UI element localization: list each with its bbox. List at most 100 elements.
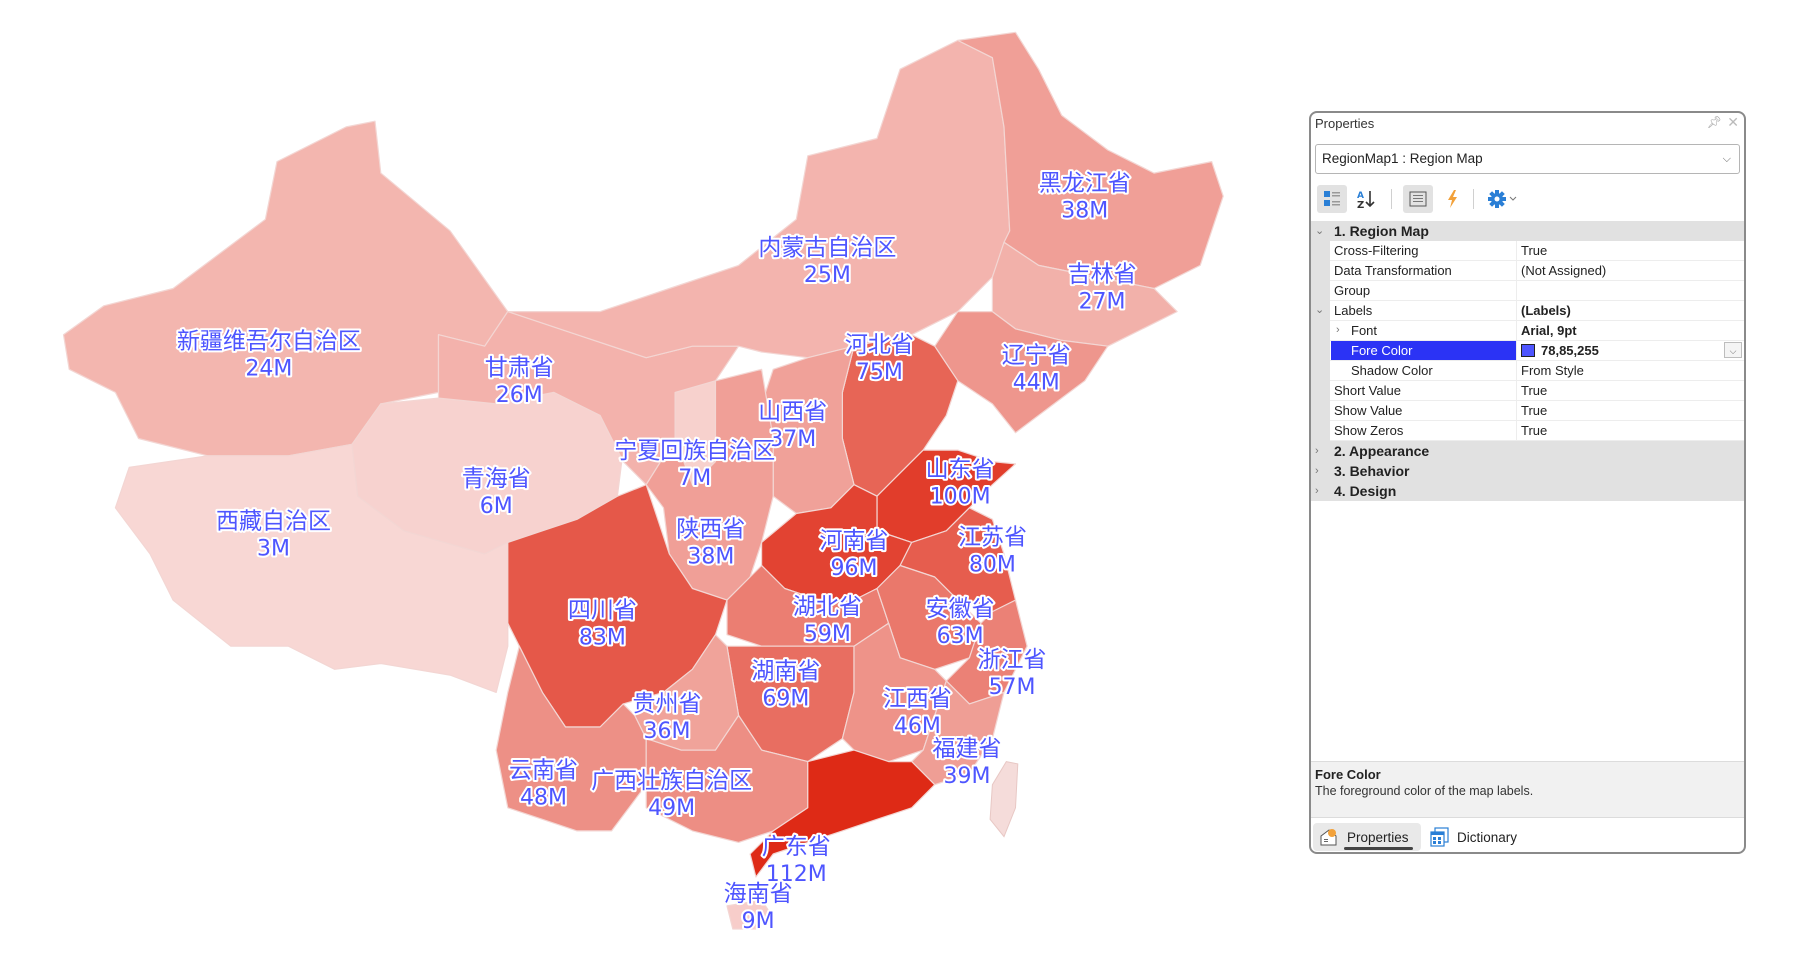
region-name: 吉林省 [1068, 261, 1137, 287]
property-name: Show Value [1331, 401, 1517, 420]
region-value: 24M [245, 356, 292, 381]
property-show-value[interactable]: Show Value True [1311, 401, 1744, 421]
active-tab-indicator [1344, 847, 1413, 850]
categorized-view-icon [1324, 191, 1340, 206]
region-name: 河南省 [819, 528, 888, 554]
region-name: 云南省 [509, 758, 578, 784]
object-selector-dropdown[interactable]: RegionMap1 : Region Map ⌵ [1315, 144, 1740, 174]
region-value: 59M [804, 622, 851, 647]
property-value[interactable]: (Labels) [1518, 301, 1744, 320]
categorized-view-button[interactable] [1317, 185, 1347, 213]
region-value: 49M [648, 796, 695, 821]
region-name: 辽宁省 [1002, 342, 1071, 368]
region-name: 陕西省 [676, 517, 745, 543]
region-value: 96M [830, 556, 877, 581]
alphabetical-sort-icon: A Z [1357, 191, 1375, 209]
region-name: 四川省 [568, 597, 637, 623]
close-icon[interactable]: ✕ [1727, 114, 1739, 131]
toolbar-divider [1391, 189, 1392, 209]
region-value: 27M [1079, 289, 1126, 314]
property-name: Group [1331, 281, 1517, 300]
region-label-guangdong: 广东省 112M [762, 834, 831, 887]
property-name: › Font [1331, 321, 1517, 340]
tab-dictionary[interactable]: Dictionary [1425, 823, 1525, 851]
property-cross-filtering[interactable]: Cross-Filtering True [1311, 241, 1744, 261]
events-button[interactable] [1437, 185, 1467, 213]
region-value: 3M [257, 536, 290, 561]
region-value: 83M [579, 625, 626, 650]
color-dropdown-button[interactable]: ⌵ [1724, 342, 1742, 358]
region-name: 新疆维吾尔自治区 [177, 328, 361, 354]
properties-panel: Properties 📌︎ ✕ RegionMap1 : Region Map … [1309, 111, 1746, 854]
properties-toolbar: A Z [1315, 185, 1740, 215]
properties-view-button[interactable] [1403, 185, 1433, 213]
property-short-value[interactable]: Short Value True [1311, 381, 1744, 401]
region-name: 浙江省 [978, 647, 1047, 673]
region-value: 6M [480, 494, 513, 519]
region-value: 26M [496, 383, 543, 408]
region-name: 江苏省 [958, 525, 1027, 551]
property-value[interactable]: True [1518, 381, 1744, 400]
region-name: 黑龙江省 [1039, 170, 1131, 196]
category-design[interactable]: › 4. Design [1311, 481, 1744, 501]
category-label: 4. Design [1334, 483, 1397, 499]
property-name: Cross-Filtering [1331, 241, 1517, 260]
region-taiwan[interactable] [989, 761, 1019, 838]
tab-properties[interactable]: Properties [1313, 823, 1421, 851]
property-value[interactable]: True [1518, 241, 1744, 260]
property-value[interactable]: From Style [1518, 361, 1744, 380]
property-name-text: Font [1351, 323, 1378, 338]
property-value[interactable]: True [1518, 421, 1744, 440]
region-value: 37M [769, 427, 816, 452]
dictionary-tab-icon [1430, 827, 1449, 847]
region-name: 内蒙古自治区 [758, 235, 896, 261]
category-behavior[interactable]: › 3. Behavior [1311, 461, 1744, 481]
region-value: 7M [678, 466, 711, 491]
row-gutter [1311, 281, 1330, 301]
category-label: 1. Region Map [1334, 223, 1429, 239]
chevron-right-icon[interactable]: › [1315, 461, 1319, 481]
property-name: Fore Color [1331, 341, 1517, 360]
property-group[interactable]: Group [1311, 281, 1744, 301]
pin-icon[interactable]: 📌︎ [1707, 115, 1722, 129]
region-name: 西藏自治区 [216, 508, 331, 534]
chevron-down-icon[interactable]: ⌄ [1315, 221, 1324, 241]
property-labels[interactable]: ⌄ Labels (Labels) [1311, 301, 1744, 321]
properties-tab-icon [1320, 829, 1337, 846]
region-value: 39M [944, 764, 991, 789]
region-name: 湖北省 [793, 594, 862, 620]
region-neimenggu[interactable] [507, 39, 1011, 359]
chevron-right-icon[interactable]: › [1336, 321, 1340, 340]
region-name: 甘肃省 [485, 355, 554, 381]
property-name: Short Value [1331, 381, 1517, 400]
region-value: 63M [937, 624, 984, 649]
region-value: 36M [644, 719, 691, 744]
property-name: Data Transformation [1331, 261, 1517, 280]
region-name: 山西省 [758, 399, 827, 425]
chevron-right-icon[interactable]: › [1315, 481, 1319, 501]
property-name: Labels [1331, 301, 1517, 320]
alphabetical-sort-button[interactable]: A Z [1351, 185, 1381, 213]
property-show-zeros[interactable]: Show Zeros True [1311, 421, 1744, 441]
property-data-transformation[interactable]: Data Transformation (Not Assigned) [1311, 261, 1744, 281]
region-value: 100M [930, 485, 991, 510]
panel-tabs: Properties Dictionary [1311, 819, 1744, 852]
property-value[interactable]: (Not Assigned) [1518, 261, 1744, 280]
property-font[interactable]: › Font Arial, 9pt [1311, 321, 1744, 341]
row-gutter [1311, 421, 1330, 441]
property-grid: ⌄ 1. Region Map Cross-Filtering True Dat… [1311, 221, 1744, 501]
chevron-right-icon[interactable]: › [1315, 441, 1319, 461]
property-value[interactable]: 78,85,255 [1518, 341, 1744, 360]
property-fore-color[interactable]: Fore Color 78,85,255 ⌵ [1311, 341, 1744, 361]
category-region-map[interactable]: ⌄ 1. Region Map [1311, 221, 1744, 241]
row-gutter [1311, 361, 1330, 381]
settings-button[interactable] [1485, 185, 1525, 213]
property-shadow-color[interactable]: Shadow Color From Style [1311, 361, 1744, 381]
help-title: Fore Color [1315, 767, 1381, 782]
properties-view-icon [1409, 191, 1427, 207]
property-value[interactable]: True [1518, 401, 1744, 420]
chevron-down-icon[interactable]: ⌄ [1315, 301, 1324, 320]
category-appearance[interactable]: › 2. Appearance [1311, 441, 1744, 461]
region-name: 宁夏回族自治区 [614, 438, 775, 464]
property-value[interactable]: Arial, 9pt [1518, 321, 1744, 340]
